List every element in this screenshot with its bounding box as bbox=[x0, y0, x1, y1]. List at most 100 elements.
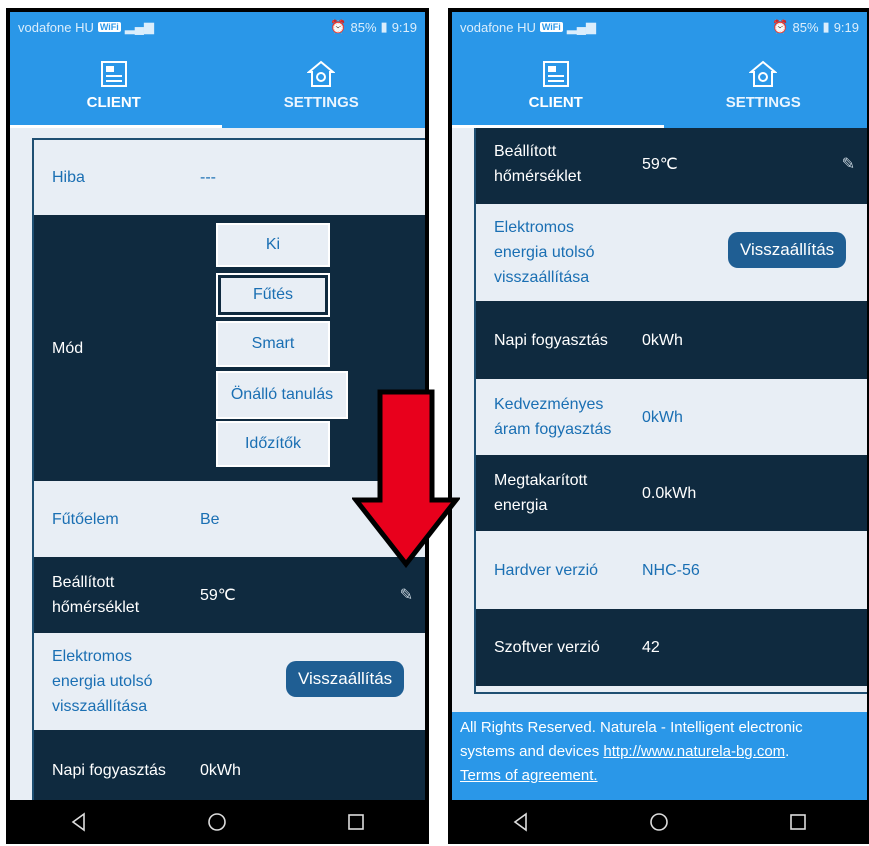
pencil-icon[interactable]: ✎ bbox=[400, 585, 413, 605]
alarm-icon: ⏰ bbox=[772, 19, 789, 34]
row-label-line: áram fogyasztás bbox=[494, 421, 612, 438]
row-label: Beállított hőmérséklet bbox=[476, 139, 642, 189]
row-value: 0kWh bbox=[642, 331, 683, 349]
row-value: --- bbox=[200, 169, 216, 186]
row-szoftver: Szoftver verzió 42 bbox=[476, 609, 867, 686]
tab-client[interactable]: CLIENT bbox=[10, 42, 218, 128]
signal-icon: ▂▄▆ bbox=[566, 19, 597, 34]
footer: All Rights Reserved. Naturela - Intellig… bbox=[452, 712, 867, 800]
phone-right: vodafone HU WiFi ▂▄▆ ⏰ 85% ▮ 9:19 CLIENT bbox=[448, 8, 869, 844]
row-label-line: Elektromos bbox=[52, 648, 133, 665]
mode-option-smart[interactable]: Smart bbox=[216, 321, 330, 367]
reset-button[interactable]: Visszaállítás bbox=[728, 232, 847, 268]
home-icon[interactable] bbox=[647, 810, 671, 834]
status-bar: vodafone HU WiFi ▂▄▆ ⏰ 85% ▮ 9:19 bbox=[10, 12, 425, 42]
reset-button[interactable]: Visszaállítás bbox=[286, 661, 405, 697]
row-elektromos: Elektromos energia utolsó visszaállítása V… bbox=[476, 204, 867, 301]
tab-settings[interactable]: SETTINGS bbox=[218, 42, 426, 128]
tab-settings[interactable]: SETTINGS bbox=[660, 42, 868, 128]
tab-client-label: CLIENT bbox=[86, 93, 141, 111]
row-kedvezmenyes: Kedvezményes áram fogyasztás 0kWh bbox=[476, 379, 867, 455]
carrier-label: vodafone HU bbox=[460, 19, 536, 35]
mode-option-futes[interactable]: Fűtés bbox=[216, 273, 330, 317]
row-label: Megtakarított energia bbox=[476, 468, 642, 518]
mode-option-onallo-tanulas[interactable]: Önálló tanulás bbox=[216, 371, 348, 419]
settings-icon bbox=[749, 60, 778, 87]
battery-level: 85% bbox=[792, 19, 819, 35]
row-value: 0kWh bbox=[200, 761, 241, 779]
tab-client-label: CLIENT bbox=[528, 93, 583, 111]
tab-settings-label: SETTINGS bbox=[725, 93, 801, 111]
wifi-calling-badge: WiFi bbox=[539, 22, 563, 32]
row-napi: Napi fogyasztás 0kWh bbox=[34, 730, 425, 800]
back-icon[interactable] bbox=[67, 810, 91, 834]
row-label: Elektromos energia utolsó visszaállítása bbox=[476, 215, 642, 290]
battery-icon: ▮ bbox=[380, 19, 388, 34]
row-label: Beállított hőmérséklet bbox=[34, 570, 200, 620]
client-icon bbox=[542, 60, 569, 87]
mode-option-ki[interactable]: Ki bbox=[216, 223, 330, 267]
row-hardver: Hardver verzió NHC-56 bbox=[476, 531, 867, 609]
carrier-label: vodafone HU bbox=[18, 19, 94, 35]
settings-icon bbox=[307, 60, 336, 87]
status-bar: vodafone HU WiFi ▂▄▆ ⏰ 85% ▮ 9:19 bbox=[452, 12, 867, 42]
phone-screen: vodafone HU WiFi ▂▄▆ ⏰ 85% ▮ 9:19 CLIENT bbox=[452, 12, 867, 844]
row-label-line: Megtakarított bbox=[494, 472, 588, 489]
down-arrow-icon bbox=[352, 389, 460, 568]
signal-icon: ▂▄▆ bbox=[124, 19, 155, 34]
row-label: Elektromos energia utolsó visszaállítása bbox=[34, 644, 200, 719]
tab-bar: CLIENT SETTINGS bbox=[10, 42, 425, 128]
row-value: 59℃ bbox=[200, 586, 236, 604]
client-content[interactable]: Beállított hőmérséklet 59℃ ✎ Elektromos en… bbox=[452, 128, 867, 712]
row-label: Napi fogyasztás bbox=[494, 331, 608, 349]
client-icon bbox=[100, 60, 127, 87]
android-nav-bar bbox=[452, 800, 867, 844]
android-nav-bar bbox=[10, 800, 425, 844]
row-value: 0.0kWh bbox=[642, 484, 697, 502]
row-label: Fűtőelem bbox=[52, 510, 119, 528]
terms-link[interactable]: Terms of agreement. bbox=[460, 767, 598, 784]
row-label: Kedvezményes áram fogyasztás bbox=[476, 392, 642, 442]
row-label-line: energia utolsó bbox=[52, 673, 153, 690]
row-label-line: Elektromos bbox=[494, 219, 575, 236]
row-value: 59℃ bbox=[642, 155, 678, 173]
row-label: Hiba bbox=[52, 169, 85, 186]
clock: 9:19 bbox=[391, 19, 417, 35]
recents-icon[interactable] bbox=[786, 810, 810, 834]
alarm-icon: ⏰ bbox=[330, 19, 347, 34]
row-label-line: visszaállítása bbox=[52, 698, 148, 715]
footer-website-link[interactable]: http://www.naturela-bg.com bbox=[603, 743, 785, 760]
home-icon[interactable] bbox=[205, 810, 229, 834]
row-label-line: visszaállítása bbox=[494, 269, 590, 286]
row-label-line: hőmérséklet bbox=[494, 168, 582, 185]
row-label-line: hőmérséklet bbox=[52, 599, 140, 616]
clock: 9:19 bbox=[833, 19, 859, 35]
row-label-line: energia utolsó bbox=[494, 244, 595, 261]
row-label-line: Beállított bbox=[494, 143, 557, 160]
recents-icon[interactable] bbox=[344, 810, 368, 834]
tab-bar: CLIENT SETTINGS bbox=[452, 42, 867, 128]
tab-client[interactable]: CLIENT bbox=[452, 42, 660, 128]
battery-icon: ▮ bbox=[822, 19, 830, 34]
row-hiba: Hiba --- bbox=[34, 140, 425, 215]
pencil-icon[interactable]: ✎ bbox=[842, 154, 855, 174]
row-value: 0kWh bbox=[642, 408, 683, 426]
row-homerseklet[interactable]: Beállított hőmérséklet 59℃ ✎ bbox=[476, 128, 867, 204]
mode-option-idozitok[interactable]: Időzítők bbox=[216, 421, 330, 467]
row-label: Szoftver verzió bbox=[494, 639, 600, 656]
tab-settings-label: SETTINGS bbox=[283, 93, 359, 111]
battery-level: 85% bbox=[350, 19, 377, 35]
row-homerseklet[interactable]: Beállított hőmérséklet 59℃ ✎ bbox=[34, 557, 425, 633]
row-label: Mód bbox=[52, 339, 84, 357]
back-icon[interactable] bbox=[509, 810, 533, 834]
row-label-line: Beállított bbox=[52, 574, 115, 591]
row-megtakaritott: Megtakarított energia 0.0kWh bbox=[476, 455, 867, 531]
info-card: Beállított hőmérséklet 59℃ ✎ Elektromos en… bbox=[474, 128, 867, 694]
comparison-canvas: vodafone HU WiFi ▂▄▆ ⏰ 85% ▮ 9:19 CLIENT bbox=[0, 0, 869, 846]
row-value: NHC-56 bbox=[642, 561, 700, 579]
row-label-line: Kedvezményes bbox=[494, 396, 604, 413]
row-label: Napi fogyasztás bbox=[52, 761, 166, 779]
row-value: 42 bbox=[642, 639, 660, 656]
row-elektromos: Elektromos energia utolsó visszaállítása V… bbox=[34, 633, 425, 730]
row-label: Hardver verzió bbox=[494, 561, 599, 579]
